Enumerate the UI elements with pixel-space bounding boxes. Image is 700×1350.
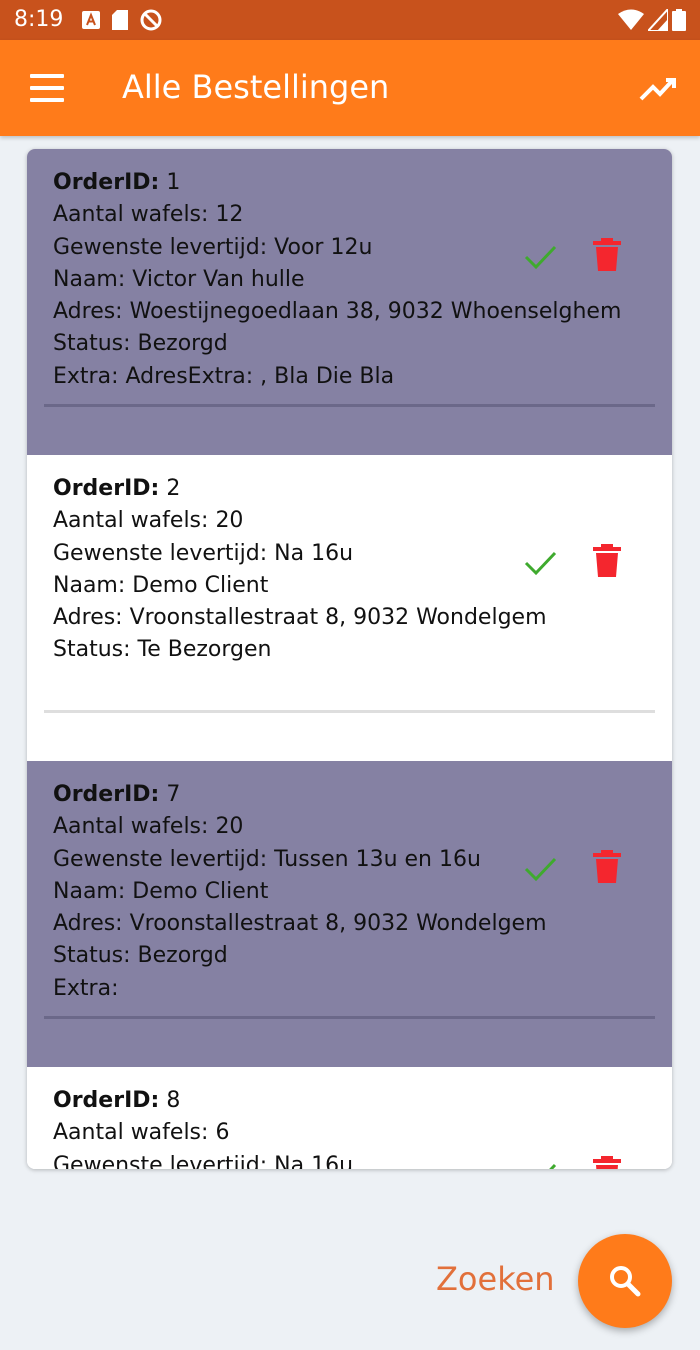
status-value: Bezorgd (137, 943, 228, 969)
address-label: Adres: (53, 605, 123, 631)
order-divider (44, 1016, 655, 1019)
name-value: Demo Client (132, 572, 269, 598)
app-bar: Alle Bestellingen (0, 40, 700, 136)
quantity-label: Aantal wafels: (53, 202, 209, 228)
delete-trash-icon[interactable] (591, 849, 623, 885)
status-bar: 8:19 (0, 0, 700, 40)
a-badge-icon (82, 11, 100, 29)
quantity-value: 6 (215, 1120, 230, 1146)
status-label: Status: (53, 637, 131, 663)
mark-delivered-check-icon[interactable] (521, 543, 559, 581)
delete-trash-icon[interactable] (591, 543, 623, 579)
address-label: Adres: (53, 299, 123, 325)
status-left-icons (82, 9, 162, 31)
battery-icon (672, 9, 686, 31)
order-id-label: OrderID: (53, 782, 160, 807)
name-label: Naam: (53, 266, 126, 292)
menu-icon[interactable] (30, 74, 64, 102)
status-right-icons (618, 9, 686, 31)
status-label: Status: (53, 943, 131, 969)
name-label: Naam: (53, 878, 126, 904)
order-id-value: 2 (166, 476, 181, 501)
trending-up-icon[interactable] (638, 70, 678, 106)
do-not-disturb-icon (140, 9, 162, 31)
order-id-value: 7 (166, 782, 181, 807)
name-value: Demo Client (132, 878, 269, 904)
order-divider (44, 710, 655, 713)
delivery-time-value: Na 16u (274, 540, 354, 566)
delivery-time-label: Gewenste levertijd: (53, 1152, 268, 1169)
address-label: Adres: (53, 911, 123, 937)
mark-delivered-check-icon[interactable] (521, 849, 559, 887)
name-value: Victor Van hulle (132, 266, 305, 292)
delete-trash-icon[interactable] (591, 1155, 623, 1169)
status-time: 8:19 (14, 7, 64, 32)
mark-delivered-check-icon[interactable] (521, 237, 559, 275)
wifi-icon (618, 9, 644, 30)
address-value: Vroonstallestraat 8, 9032 Wondelgem (129, 605, 547, 631)
status-label: Status: (53, 331, 131, 357)
order-card[interactable]: OrderID: 2 Aantal wafels: 20 Gewenste le… (27, 455, 672, 761)
delivery-time-value: Na 16u (274, 1152, 354, 1169)
extra-label: Extra: (53, 363, 119, 389)
quantity-label: Aantal wafels: (53, 1120, 209, 1146)
status-value: Te Bezorgen (137, 637, 272, 663)
delivery-time-value: Voor 12u (274, 234, 373, 260)
order-details: OrderID: 7 Aantal wafels: 20 Gewenste le… (53, 779, 547, 1005)
extra-value: AdresExtra: , Bla Die Bla (125, 363, 395, 389)
mark-delivered-check-icon[interactable] (521, 1155, 559, 1169)
search-label[interactable]: Zoeken (436, 1260, 555, 1298)
name-label: Naam: (53, 572, 126, 598)
delivery-time-label: Gewenste levertijd: (53, 846, 268, 872)
order-card[interactable]: OrderID: 7 Aantal wafels: 20 Gewenste le… (27, 761, 672, 1067)
quantity-value: 20 (215, 814, 244, 840)
status-value: Bezorgd (137, 331, 228, 357)
order-id-value: 1 (166, 170, 181, 195)
order-id-label: OrderID: (53, 170, 160, 195)
page-title: Alle Bestellingen (122, 68, 390, 106)
address-value: Woestijnegoedlaan 38, 9032 Whoenselghem (129, 299, 622, 325)
order-list[interactable]: OrderID: 1 Aantal wafels: 12 Gewenste le… (27, 149, 672, 1169)
delivery-time-label: Gewenste levertijd: (53, 540, 268, 566)
delivery-time-label: Gewenste levertijd: (53, 234, 268, 260)
address-value: Vroonstallestraat 8, 9032 Wondelgem (129, 911, 547, 937)
order-details: OrderID: 2 Aantal wafels: 20 Gewenste le… (53, 473, 547, 667)
quantity-value: 20 (215, 508, 244, 534)
order-id-label: OrderID: (53, 476, 160, 501)
sd-card-icon (112, 10, 128, 30)
search-icon (610, 1266, 641, 1297)
order-card[interactable]: OrderID: 8 Aantal wafels: 6 Gewenste lev… (27, 1067, 672, 1169)
order-details: OrderID: 1 Aantal wafels: 12 Gewenste le… (53, 167, 621, 393)
order-details: OrderID: 8 Aantal wafels: 6 Gewenste lev… (53, 1085, 353, 1169)
extra-label: Extra: (53, 975, 119, 1001)
order-id-value: 8 (166, 1088, 181, 1113)
quantity-value: 12 (215, 202, 244, 228)
delivery-time-value: Tussen 13u en 16u (274, 846, 481, 872)
quantity-label: Aantal wafels: (53, 508, 209, 534)
delete-trash-icon[interactable] (591, 237, 623, 273)
order-divider (44, 404, 655, 407)
order-card[interactable]: OrderID: 1 Aantal wafels: 12 Gewenste le… (27, 149, 672, 455)
search-fab-button[interactable] (578, 1234, 672, 1328)
quantity-label: Aantal wafels: (53, 814, 209, 840)
order-id-label: OrderID: (53, 1088, 160, 1113)
signal-icon (648, 9, 668, 31)
